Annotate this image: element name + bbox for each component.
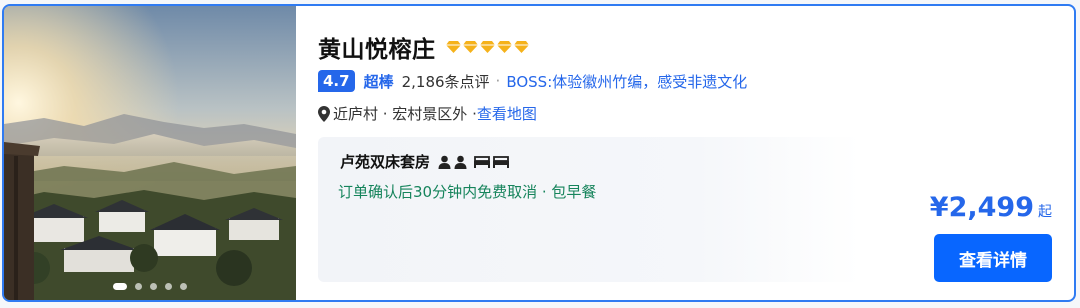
room-name-row: 卢苑双床套房 xyxy=(340,151,510,172)
view-map-link[interactable]: 查看地图 xyxy=(477,103,537,124)
location-text: 近庐村 · 宏村景区外 · xyxy=(333,105,477,123)
hotel-title-row: 黄山悦榕庄 xyxy=(318,30,529,64)
room-offer[interactable]: 卢苑双床套房 订单确认后30分钟内免费取消 · 包早餐 xyxy=(318,137,860,282)
carousel-dot[interactable] xyxy=(150,283,157,290)
diamond-icon xyxy=(513,41,529,53)
review-count-link[interactable]: 2,186条点评 xyxy=(402,71,490,92)
price-suffix: 起 xyxy=(1038,204,1052,220)
view-details-button[interactable]: 查看详情 xyxy=(934,234,1052,282)
bed-icon xyxy=(474,156,491,168)
hotel-name[interactable]: 黄山悦榕庄 xyxy=(318,30,436,64)
diamond-icon xyxy=(496,41,512,53)
bed-icon xyxy=(493,156,510,168)
price-amount: ¥2,499 xyxy=(929,192,1034,223)
location-row: 近庐村 · 宏村景区外 · 查看地图 xyxy=(318,103,537,124)
carousel-dot[interactable] xyxy=(135,283,142,290)
location-pin-icon xyxy=(318,105,330,122)
hotel-photo[interactable] xyxy=(4,6,296,300)
photo-carousel-dots[interactable] xyxy=(4,283,296,290)
diamond-rating xyxy=(445,40,529,54)
diamond-icon xyxy=(462,41,478,53)
hotel-photo-image xyxy=(4,6,296,300)
price: ¥2,499 起 xyxy=(930,192,1052,223)
carousel-dot[interactable] xyxy=(180,283,187,290)
score-badge: 4.7 xyxy=(318,70,355,92)
hotel-card[interactable]: 黄山悦榕庄 4.7 超棒 2,186条点评 · BOSS:体验徽州竹编，感受非遗… xyxy=(2,4,1076,302)
carousel-dot[interactable] xyxy=(165,283,172,290)
carousel-dot[interactable] xyxy=(113,283,127,290)
rating-row: 4.7 超棒 2,186条点评 · BOSS:体验徽州竹编，感受非遗文化 xyxy=(318,70,747,92)
separator: · xyxy=(495,72,501,90)
room-name: 卢苑双床套房 xyxy=(340,153,431,171)
score-label: 超棒 xyxy=(363,72,394,91)
diamond-icon xyxy=(479,41,495,53)
room-policy: 订单确认后30分钟内免费取消 · 包早餐 xyxy=(338,183,597,201)
room-capacity-icons xyxy=(438,155,510,169)
person-icon xyxy=(438,155,451,169)
person-icon xyxy=(454,155,467,169)
hotel-highlight: BOSS:体验徽州竹编，感受非遗文化 xyxy=(506,72,748,91)
diamond-icon xyxy=(445,41,461,53)
